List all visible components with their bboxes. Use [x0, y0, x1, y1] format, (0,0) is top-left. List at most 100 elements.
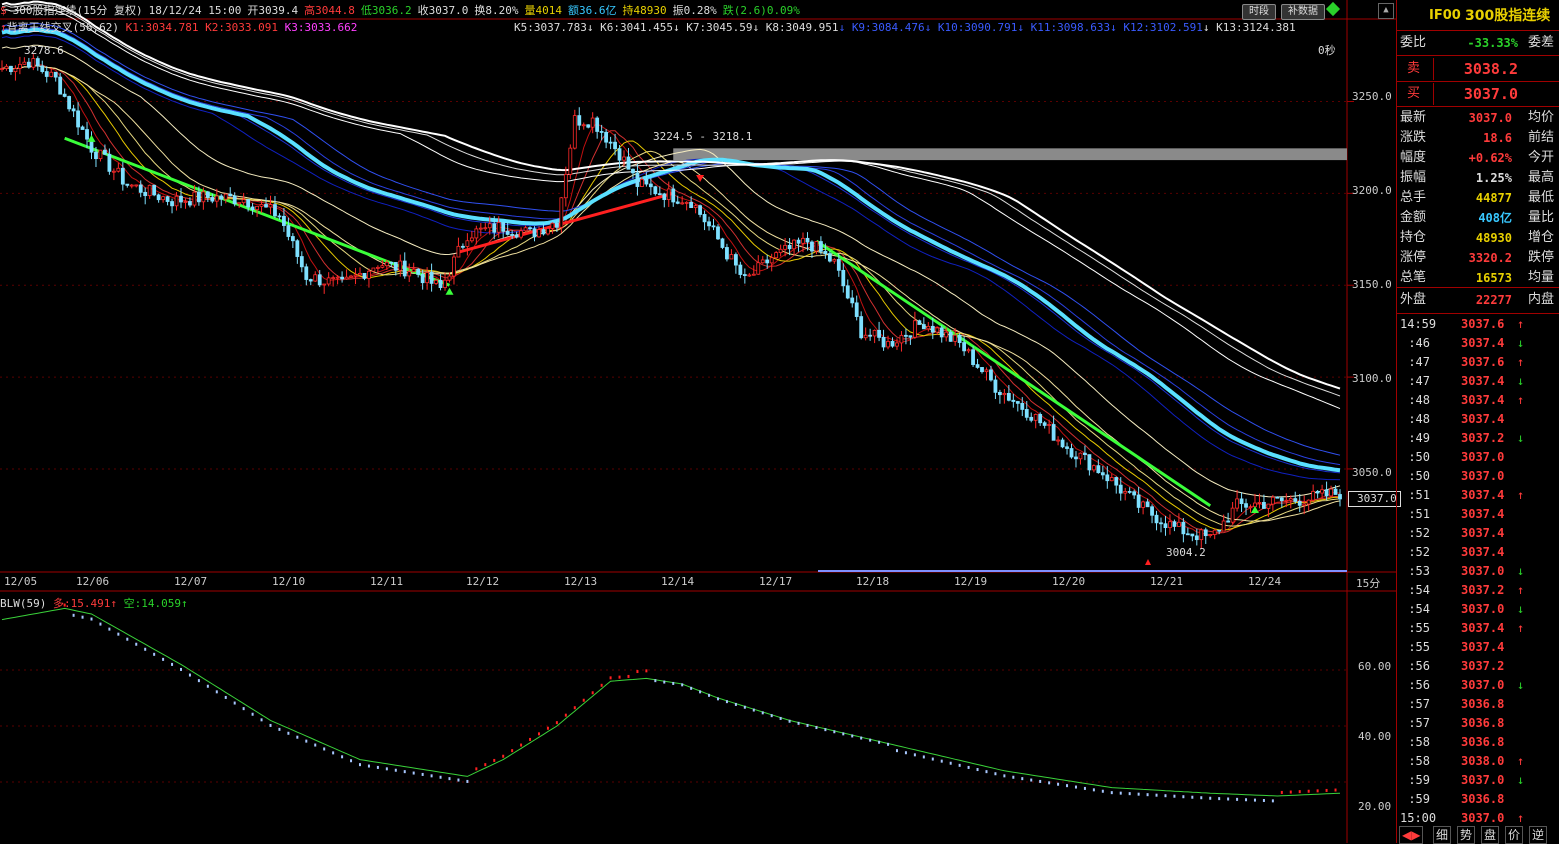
candle-body: [725, 247, 729, 260]
blw-short-dot: [278, 727, 281, 731]
bar-datetime: 18/12/24 15:00: [148, 4, 242, 17]
candle-body: [845, 285, 850, 299]
blw-short-dot: [564, 713, 567, 717]
tick-time: :48: [1408, 393, 1430, 407]
tick-time: :55: [1408, 621, 1430, 635]
tick-row: :48 3037.4 ↑: [1397, 391, 1559, 410]
weibi-row: 委比 -33.33% 委差: [1397, 33, 1559, 53]
candle-body: [313, 274, 318, 282]
blw-short-dot: [179, 667, 182, 671]
candle-body: [890, 341, 895, 347]
blw-short-dot: [940, 759, 943, 763]
panel-tab-1[interactable]: 势: [1457, 826, 1476, 844]
candle-body: [716, 226, 720, 240]
blw-short-dot: [591, 691, 594, 695]
blw-short-dot: [958, 763, 961, 767]
date-tick: 12/20: [1052, 575, 1086, 588]
candle-body: [53, 71, 58, 78]
candle-body: [452, 256, 456, 277]
moving-average-line: [1, 27, 1341, 473]
blw-short-dot: [994, 772, 997, 776]
candle-body: [528, 227, 532, 230]
kline-chart[interactable]: [0, 0, 1396, 843]
panel-tab-3[interactable]: 价: [1505, 826, 1524, 844]
blw-short-dot: [1128, 792, 1131, 796]
candle-body: [384, 261, 389, 267]
candle-body: [684, 201, 689, 204]
blw-short-dot: [430, 774, 433, 778]
blw-short-dot: [332, 751, 335, 755]
tick-time: :56: [1408, 659, 1430, 673]
candle-body: [1109, 477, 1114, 482]
tick-time: :54: [1408, 602, 1430, 616]
time-period-button[interactable]: 时段: [1242, 4, 1276, 20]
sub-axis-tick: 20.00: [1358, 800, 1392, 813]
candle-body: [1100, 472, 1105, 476]
date-tick: 12/17: [759, 575, 793, 588]
buy-signal-icon: [445, 287, 454, 295]
scroll-up-icon[interactable]: ▲: [1378, 3, 1394, 19]
candle-body: [344, 276, 349, 280]
arrow-up-icon: ↑: [1517, 583, 1525, 597]
sell-row[interactable]: 卖 3038.2: [1397, 58, 1559, 80]
candle-body: [653, 186, 658, 195]
panel-tab-4[interactable]: 逆: [1529, 826, 1548, 844]
buy-row[interactable]: 买 3037.0: [1397, 83, 1559, 105]
dollar-icon: $: [0, 4, 7, 17]
price-axis-tick: 3200.0: [1352, 184, 1392, 197]
blw-short-dot: [367, 764, 370, 768]
blw-short-dot: [1164, 794, 1167, 798]
volume-value: 量4014: [524, 4, 562, 17]
candle-body: [496, 222, 501, 233]
tick-row: :54 3037.2 ↑: [1397, 581, 1559, 600]
candle-body: [111, 170, 116, 173]
panel-tab-0[interactable]: 细: [1433, 826, 1452, 844]
blw-short-dot: [913, 753, 916, 757]
candle-body: [541, 229, 546, 235]
candle-body: [483, 227, 488, 230]
candle-body: [1154, 514, 1159, 524]
candle-body: [40, 65, 45, 72]
blw-short-dot: [206, 684, 209, 688]
candle-body: [1015, 401, 1020, 404]
stat-row: 涨跌 18.6 前结: [1397, 128, 1559, 148]
candle-body: [1244, 503, 1248, 508]
page-nav-icon[interactable]: ◀▶: [1399, 826, 1424, 844]
panel-code: IF00: [1429, 8, 1461, 23]
tick-row: :55 3037.4: [1397, 638, 1559, 657]
tick-time: :57: [1408, 697, 1430, 711]
fill-data-button[interactable]: 补数据: [1281, 4, 1325, 20]
k3-value: K3:3033.662: [284, 21, 358, 34]
candle-body: [1293, 498, 1298, 502]
candle-body: [4, 65, 9, 69]
blw-short-dot: [171, 662, 174, 666]
blw-short-dot: [1003, 774, 1006, 778]
blw-short-dot: [350, 759, 353, 763]
candle-body: [1226, 520, 1231, 523]
candle-body: [367, 270, 371, 279]
blw-short-dot: [815, 726, 818, 730]
tick-price: 3037.0: [1461, 450, 1505, 464]
candle-body: [769, 257, 774, 264]
candle-body: [273, 204, 277, 217]
price-axis-tick: 3050.0: [1352, 466, 1392, 479]
candle-body: [1042, 422, 1047, 426]
blw-short-dot: [162, 657, 165, 661]
candle-body: [805, 237, 810, 243]
candle-body: [640, 178, 644, 187]
candle-body: [192, 191, 197, 206]
candle-body: [223, 193, 228, 200]
panel-tab-2[interactable]: 盘: [1481, 826, 1500, 844]
tick-row: :50 3037.0: [1397, 467, 1559, 486]
candle-body: [948, 331, 953, 342]
tick-time: :58: [1408, 735, 1430, 749]
stat-row: 总笔 16573 均量: [1397, 268, 1559, 288]
blw-short-dot: [153, 652, 156, 656]
candle-body: [474, 228, 479, 239]
candle-body: [456, 245, 461, 258]
candle-body: [85, 129, 89, 140]
candle-body: [868, 334, 873, 337]
candle-body: [1033, 414, 1038, 421]
candle-body: [760, 259, 765, 264]
candle-body: [398, 260, 403, 271]
